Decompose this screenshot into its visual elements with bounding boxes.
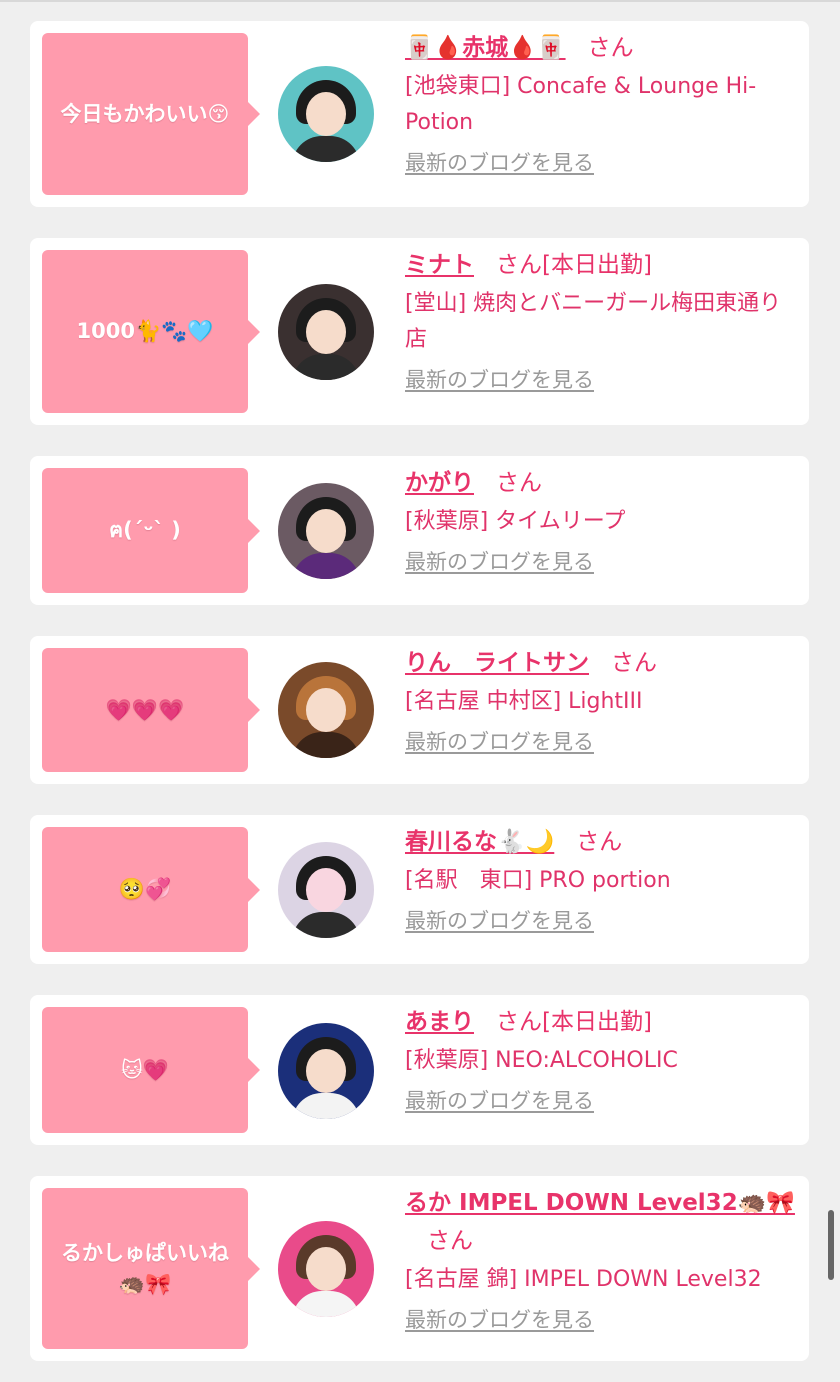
cast-name-link[interactable]: りん ライトサン bbox=[405, 650, 589, 676]
cast-name-link[interactable]: るか IMPEL DOWN Level32🦔🎀 bbox=[405, 1190, 795, 1216]
latest-blog-link[interactable]: 最新のブログを見る bbox=[405, 1085, 594, 1115]
message-text: 🐱💗 bbox=[120, 1057, 170, 1082]
avatar[interactable] bbox=[278, 662, 374, 758]
avatar[interactable] bbox=[278, 1221, 374, 1317]
message-text: ฅ(ˊᵕˋ ) bbox=[109, 518, 181, 543]
message-text: 💗💗💗 bbox=[105, 697, 185, 722]
store-name: [秋葉原] タイムリープ bbox=[405, 509, 626, 534]
avatar[interactable] bbox=[278, 1023, 374, 1119]
avatar[interactable] bbox=[278, 284, 374, 380]
latest-blog-link[interactable]: 最新のブログを見る bbox=[405, 1304, 594, 1334]
message-text: るかしゅぱいいね🦔🎀 bbox=[61, 1241, 229, 1296]
cast-name-link[interactable]: 🀄🩸赤城🩸🀄 bbox=[405, 35, 566, 61]
cast-card: るかしゅぱいいね🦔🎀 るか IMPEL DOWN Level32🦔🎀 さん [名古… bbox=[30, 1176, 809, 1361]
avatar-face bbox=[306, 688, 346, 732]
cast-info: 春川るな🐇🌙 さん [名駅 東口] PRO portion 最新のブログを見る bbox=[405, 823, 799, 935]
message-text: 🥺💞 bbox=[118, 877, 172, 902]
avatar-face bbox=[306, 509, 346, 553]
message-bubble: ฅ(ˊᵕˋ ) bbox=[42, 468, 260, 593]
honorific: さん bbox=[427, 1228, 473, 1254]
cast-info: かがり さん [秋葉原] タイムリープ 最新のブログを見る bbox=[405, 464, 799, 576]
cast-card: 💗💗💗 りん ライトサン さん [名古屋 中村区] LightIII 最新のブログ… bbox=[30, 636, 809, 784]
cast-card: 今日もかわいい😚 🀄🩸赤城🩸🀄 さん [池袋東口] Concafe & Loung… bbox=[30, 21, 809, 207]
store-name: [名駅 東口] PRO portion bbox=[405, 868, 671, 893]
cast-name-link[interactable]: ミナト bbox=[405, 252, 474, 278]
avatar-face bbox=[306, 1049, 346, 1093]
honorific: さん bbox=[611, 650, 657, 676]
avatar[interactable] bbox=[278, 66, 374, 162]
name-line: るか IMPEL DOWN Level32🦔🎀 さん bbox=[405, 1184, 799, 1260]
cast-card: 🥺💞 春川るな🐇🌙 さん [名駅 東口] PRO portion 最新のブログを見… bbox=[30, 815, 809, 964]
avatar-face bbox=[306, 310, 346, 354]
name-line: かがり さん bbox=[405, 464, 799, 502]
avatar[interactable] bbox=[278, 483, 374, 579]
cast-info: 🀄🩸赤城🩸🀄 さん [池袋東口] Concafe & Lounge Hi-Poti… bbox=[405, 29, 799, 177]
avatar-face bbox=[306, 92, 346, 136]
latest-blog-link[interactable]: 最新のブログを見る bbox=[405, 546, 594, 576]
name-line: りん ライトサン さん bbox=[405, 644, 799, 682]
message-bubble: るかしゅぱいいね🦔🎀 bbox=[42, 1188, 260, 1349]
honorific: さん bbox=[576, 829, 623, 855]
message-bubble: 🐱💗 bbox=[42, 1007, 260, 1133]
honorific: さん bbox=[496, 470, 542, 496]
latest-blog-link[interactable]: 最新のブログを見る bbox=[405, 905, 594, 935]
cast-card: ฅ(ˊᵕˋ ) かがり さん [秋葉原] タイムリープ 最新のブログを見る bbox=[30, 456, 809, 605]
cast-name-link[interactable]: 春川るな🐇🌙 bbox=[405, 829, 554, 855]
latest-blog-link[interactable]: 最新のブログを見る bbox=[405, 364, 594, 394]
store-name: [名古屋 中村区] LightIII bbox=[405, 689, 643, 714]
cast-info: あまり さん[本日出勤] [秋葉原] NEO:ALCOHOLIC 最新のブログを見… bbox=[405, 1003, 799, 1115]
avatar-face bbox=[306, 1247, 346, 1291]
avatar-body bbox=[292, 1291, 360, 1317]
message-text: 今日もかわいい😚 bbox=[60, 101, 230, 126]
top-divider bbox=[0, 0, 840, 2]
cast-name-link[interactable]: あまり bbox=[405, 1009, 474, 1035]
message-text: 1000🐈🐾🩵 bbox=[76, 319, 214, 344]
store-name: [名古屋 錦] IMPEL DOWN Level32 bbox=[405, 1267, 762, 1292]
cast-name-link[interactable]: かがり bbox=[405, 470, 474, 496]
avatar-body bbox=[292, 354, 360, 380]
honorific: さん bbox=[587, 35, 634, 61]
store-name: [秋葉原] NEO:ALCOHOLIC bbox=[405, 1048, 678, 1073]
latest-blog-link[interactable]: 最新のブログを見る bbox=[405, 147, 594, 177]
store-name: [池袋東口] Concafe & Lounge Hi-Potion bbox=[405, 74, 757, 135]
store-name: [堂山] 焼肉とバニーガール梅田東通り店 bbox=[405, 291, 782, 352]
cast-card: 🐱💗 あまり さん[本日出勤] [秋葉原] NEO:ALCOHOLIC 最新のブロ… bbox=[30, 995, 809, 1145]
name-line: ミナト さん[本日出勤] bbox=[405, 246, 799, 284]
message-bubble: 💗💗💗 bbox=[42, 648, 260, 772]
honorific: さん bbox=[496, 1009, 542, 1035]
avatar[interactable] bbox=[278, 842, 374, 938]
avatar-body bbox=[292, 1093, 360, 1119]
honorific: さん bbox=[496, 252, 542, 278]
latest-blog-link[interactable]: 最新のブログを見る bbox=[405, 726, 594, 756]
message-bubble: 1000🐈🐾🩵 bbox=[42, 250, 260, 413]
name-line: あまり さん[本日出勤] bbox=[405, 1003, 799, 1041]
scrollbar-thumb[interactable] bbox=[828, 1210, 834, 1280]
cast-info: るか IMPEL DOWN Level32🦔🎀 さん [名古屋 錦] IMPEL … bbox=[405, 1184, 799, 1334]
name-line: 春川るな🐇🌙 さん bbox=[405, 823, 799, 861]
work-status: [本日出勤] bbox=[542, 252, 652, 278]
message-bubble: 今日もかわいい😚 bbox=[42, 33, 260, 195]
work-status: [本日出勤] bbox=[542, 1009, 652, 1035]
message-bubble: 🥺💞 bbox=[42, 827, 260, 952]
cast-info: りん ライトサン さん [名古屋 中村区] LightIII 最新のブログを見る bbox=[405, 644, 799, 756]
avatar-body bbox=[292, 732, 360, 758]
avatar-face bbox=[306, 868, 346, 912]
avatar-body bbox=[292, 553, 360, 579]
cast-info: ミナト さん[本日出勤] [堂山] 焼肉とバニーガール梅田東通り店 最新のブログを… bbox=[405, 246, 799, 394]
name-line: 🀄🩸赤城🩸🀄 さん bbox=[405, 29, 799, 67]
cast-card: 1000🐈🐾🩵 ミナト さん[本日出勤] [堂山] 焼肉とバニーガール梅田東通り店… bbox=[30, 238, 809, 425]
avatar-body bbox=[292, 912, 360, 938]
avatar-body bbox=[292, 136, 360, 162]
